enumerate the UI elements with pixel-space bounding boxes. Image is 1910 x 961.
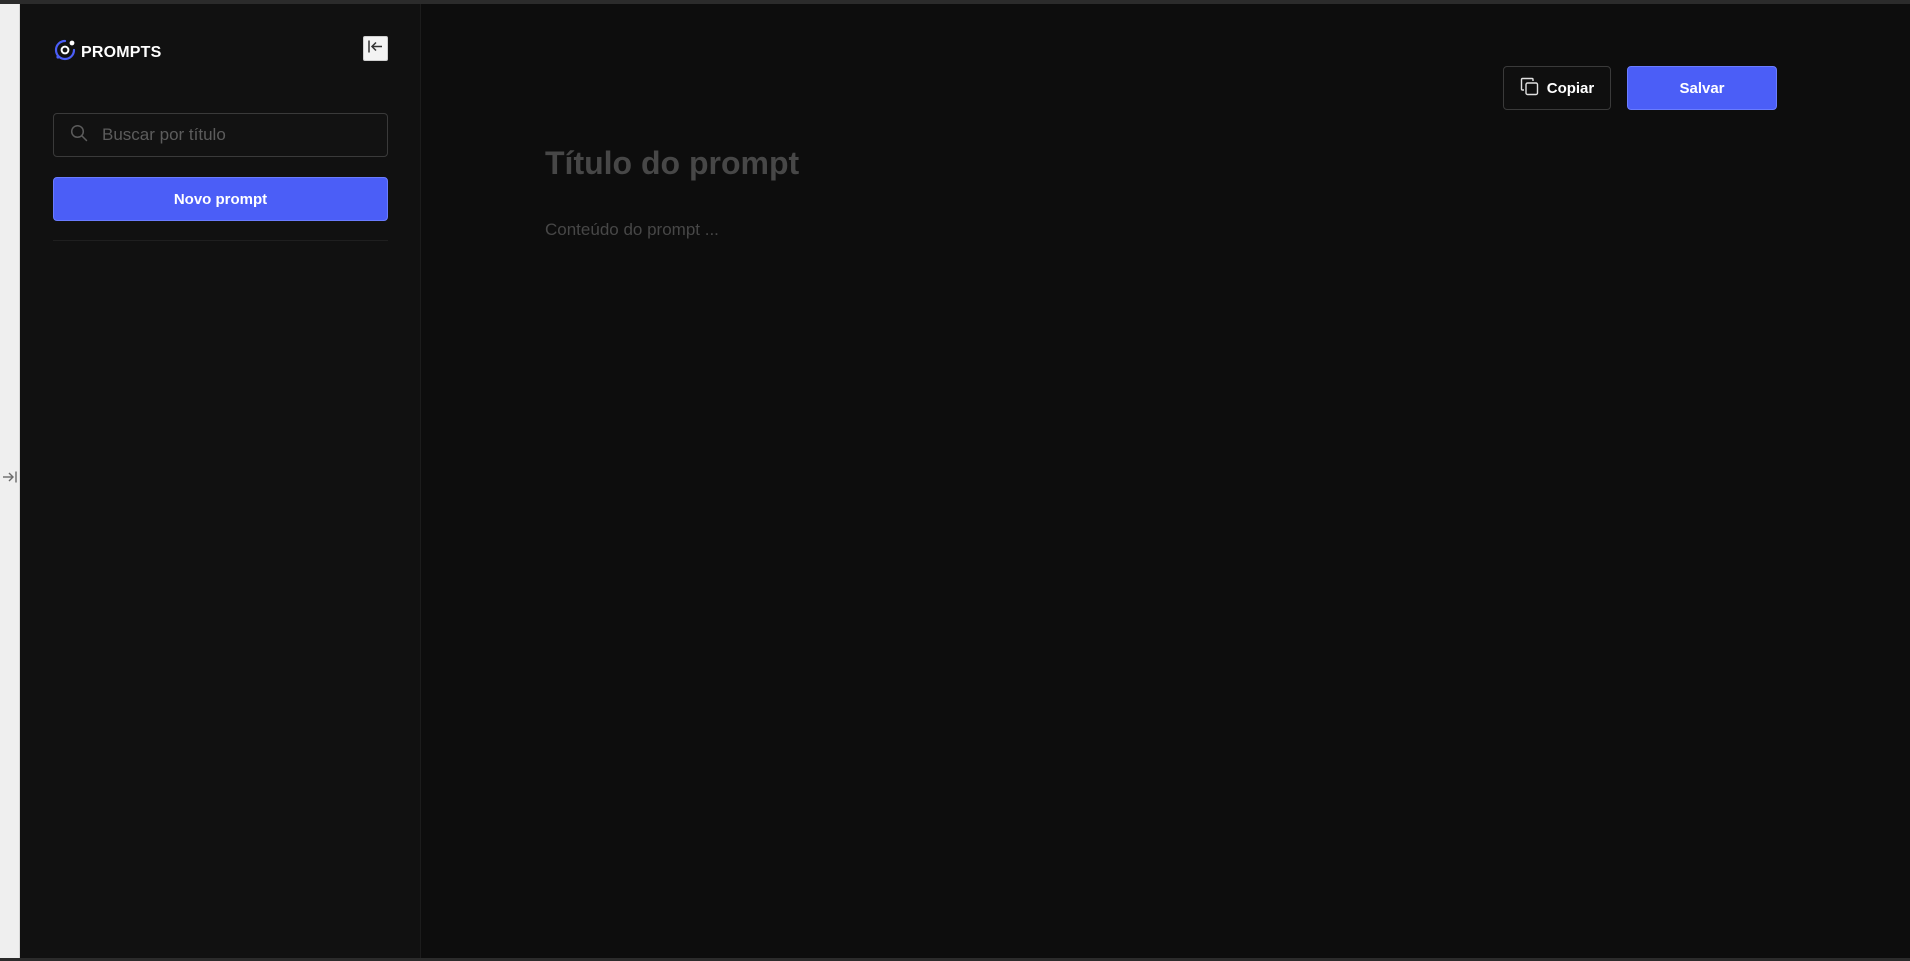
brand-name: PROMPTS — [81, 43, 162, 61]
expand-sidebar-button[interactable] — [0, 468, 20, 490]
copy-label: Copiar — [1546, 79, 1595, 97]
collapse-left-icon — [367, 39, 384, 59]
search-box — [53, 113, 388, 157]
brand: PROMPTS — [53, 38, 162, 67]
collapse-sidebar-button[interactable] — [363, 36, 388, 61]
copy-icon — [1520, 77, 1539, 100]
app-window: PROMPTS Novo prompt — [0, 4, 1910, 958]
expand-right-icon — [2, 470, 18, 489]
logo-orbit-icon — [53, 38, 77, 67]
left-rail — [0, 4, 20, 958]
save-button[interactable]: Salvar — [1627, 66, 1777, 110]
search-input[interactable] — [88, 114, 387, 156]
sidebar: PROMPTS Novo prompt — [20, 4, 421, 958]
new-prompt-button[interactable]: Novo prompt — [53, 177, 388, 221]
search-icon — [70, 124, 88, 147]
copy-button[interactable]: Copiar — [1503, 66, 1611, 110]
prompt-content-input[interactable] — [545, 218, 1645, 818]
prompt-title-input[interactable] — [545, 139, 1445, 187]
editor-area: Copiar Salvar — [421, 4, 1910, 958]
sidebar-divider — [53, 240, 388, 241]
